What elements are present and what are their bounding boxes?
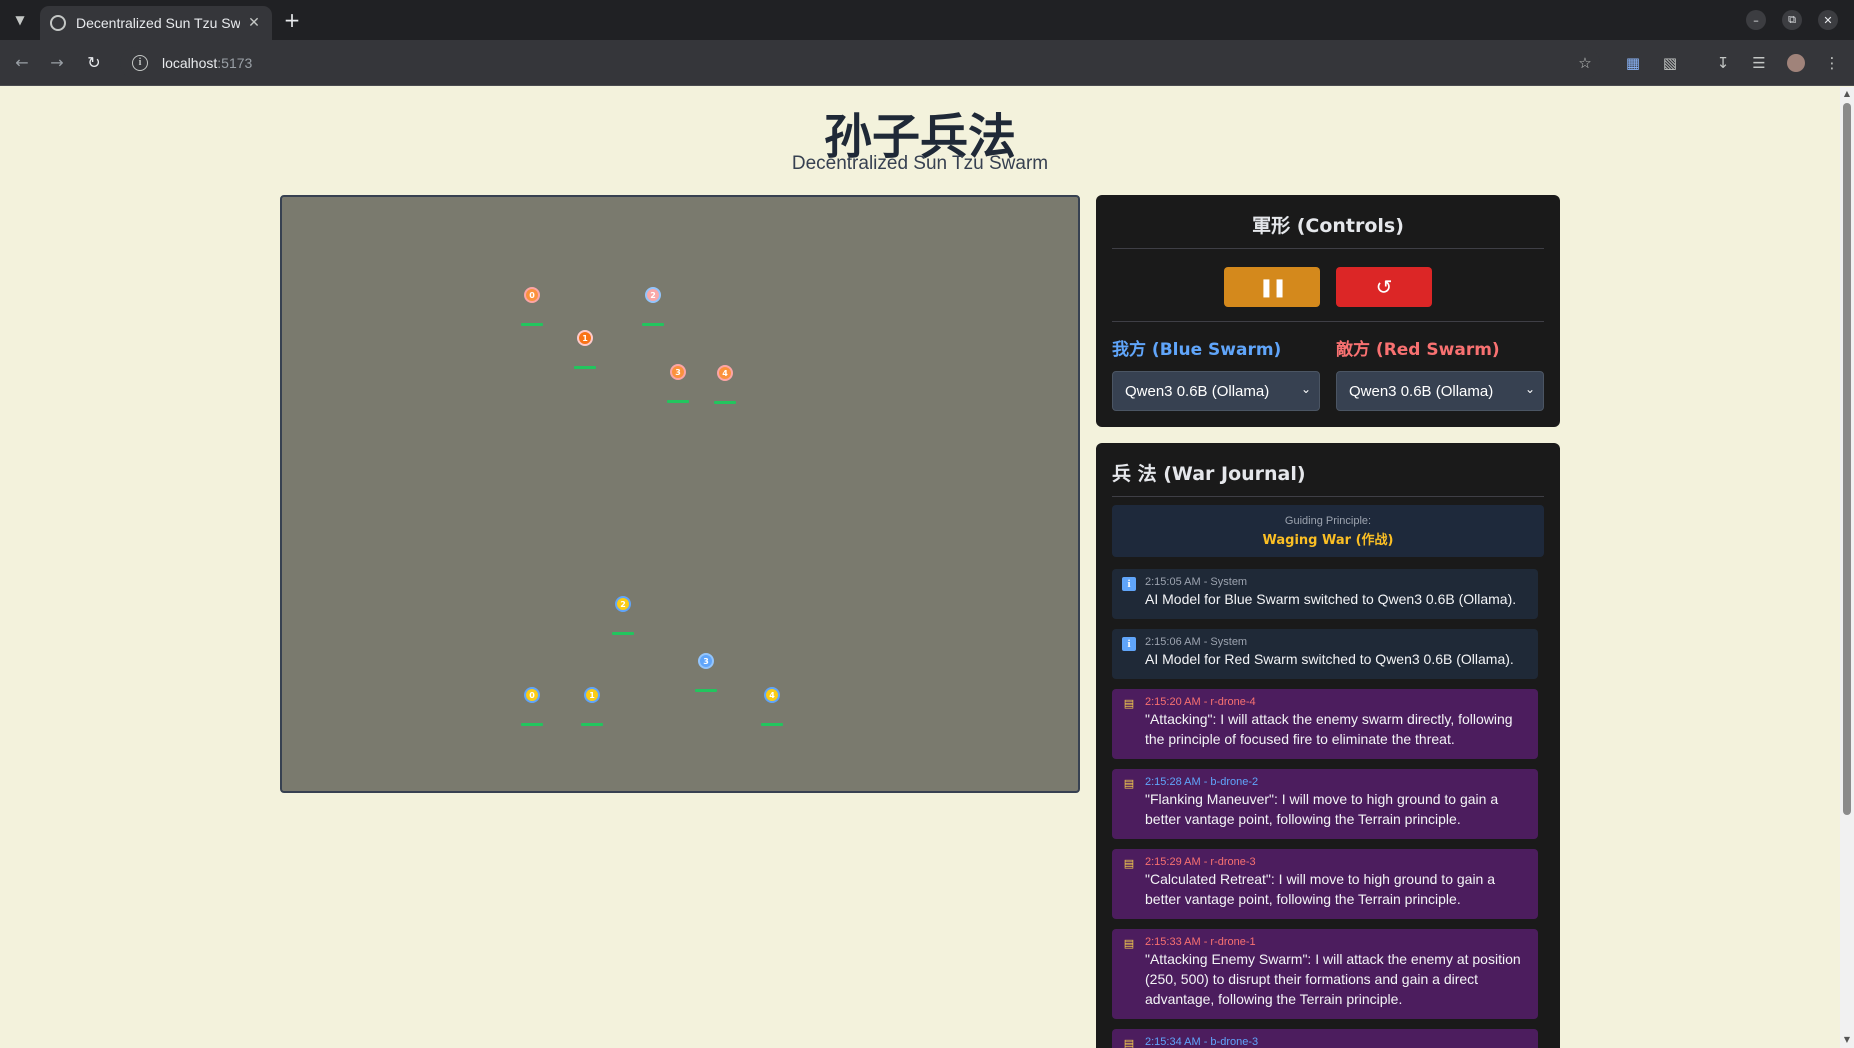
tab-title: Decentralized Sun Tzu Sw — [76, 15, 240, 31]
blue-drone: 4 — [764, 687, 780, 703]
red-drone: 0 — [524, 287, 540, 303]
entry-meta: 2:15:29 AM - r-drone-3 — [1145, 856, 1256, 868]
red-drone: 4 — [717, 365, 733, 381]
profile-avatar-icon[interactable] — [1785, 52, 1807, 74]
reset-button[interactable]: ↺ — [1336, 267, 1432, 307]
browser-tab-bar: ▼ Decentralized Sun Tzu Sw ✕ + – ⧉ ✕ — [0, 0, 1854, 40]
blue-model-select[interactable]: Qwen3 0.6B (Ollama) ⌄ — [1112, 371, 1320, 411]
entry-meta: 2:15:28 AM - b-drone-2 — [1145, 776, 1259, 788]
new-tab-button[interactable]: + — [280, 8, 304, 32]
pause-button[interactable]: ❚❚ — [1224, 267, 1320, 307]
scroll-icon: ▤ — [1123, 697, 1135, 710]
blue-swarm-label: 我方 (Blue Swarm) — [1112, 340, 1282, 360]
url-host: localhost — [162, 55, 218, 71]
chevron-down-icon: ⌄ — [1300, 382, 1311, 396]
health-bar — [642, 323, 664, 326]
blue-model-value: Qwen3 0.6B (Ollama) — [1125, 382, 1270, 400]
page-scrollbar[interactable]: ▲ ▼ — [1840, 87, 1854, 1048]
restore-button[interactable]: ⧉ — [1782, 10, 1802, 30]
journal-entry: i 2:15:05 AM - System AI Model for Blue … — [1112, 569, 1538, 619]
health-bar — [714, 401, 736, 404]
red-drone: 1 — [577, 330, 593, 346]
journal-entry: i 2:15:06 AM - System AI Model for Red S… — [1112, 629, 1538, 679]
info-icon: i — [1122, 637, 1136, 651]
address-bar[interactable]: i localhost:5173 — [120, 47, 1600, 79]
forward-icon[interactable]: → — [46, 52, 68, 74]
minimize-button[interactable]: – — [1746, 10, 1766, 30]
scrollbar-thumb[interactable] — [1843, 103, 1851, 815]
entry-meta: 2:15:33 AM - r-drone-1 — [1145, 936, 1256, 948]
entry-message: AI Model for Blue Swarm switched to Qwen… — [1145, 591, 1517, 607]
red-swarm-label: 敵方 (Red Swarm) — [1336, 340, 1500, 360]
health-bar — [667, 400, 689, 403]
window-close-button[interactable]: ✕ — [1818, 10, 1838, 30]
entry-meta: 2:15:34 AM - b-drone-3 — [1145, 1036, 1259, 1048]
url-port: :5173 — [217, 55, 253, 71]
journal-entry: ▤ 2:15:33 AM - r-drone-1 "Attacking Enem… — [1112, 929, 1538, 1019]
health-bar — [612, 632, 634, 635]
browser-menu-icon[interactable]: ⋮ — [1821, 52, 1843, 74]
principle-label: Guiding Principle: — [1284, 515, 1372, 527]
browser-toolbar: ← → ↻ i localhost:5173 ☆ ▦ ▧ ↧ ☰ ⋮ — [0, 40, 1854, 86]
entry-meta: 2:15:05 AM - System — [1145, 576, 1248, 588]
blue-drone: 2 — [615, 596, 631, 612]
health-bar — [521, 323, 543, 326]
tab-close-icon[interactable]: ✕ — [246, 15, 262, 31]
journal-title: 兵 法 (War Journal) — [1112, 459, 1544, 497]
scroll-up-icon[interactable]: ▲ — [1842, 89, 1852, 98]
health-bar — [581, 723, 603, 726]
bookmark-star-icon[interactable]: ☆ — [1574, 52, 1596, 74]
controls-title: 軍形 (Controls) — [1112, 211, 1544, 249]
download-icon[interactable]: ↧ — [1712, 52, 1734, 74]
red-drone: 2 — [645, 287, 661, 303]
entry-meta: 2:15:20 AM - r-drone-4 — [1145, 696, 1256, 708]
principle-value: Waging War (作战) — [1262, 533, 1394, 548]
scroll-down-icon[interactable]: ▼ — [1842, 1035, 1852, 1044]
journal-entry: ▤ 2:15:28 AM - b-drone-2 "Flanking Maneu… — [1112, 769, 1538, 839]
red-drone: 3 — [670, 364, 686, 380]
site-info-icon[interactable]: i — [132, 55, 148, 71]
extensions-icon[interactable]: ▧ — [1659, 52, 1681, 74]
battlefield-canvas[interactable]: 0 2 1 3 4 2 3 0 1 4 — [280, 195, 1080, 793]
blue-drone: 3 — [698, 653, 714, 669]
media-control-icon[interactable]: ☰ — [1748, 52, 1770, 74]
tab-search-chevron-icon[interactable]: ▼ — [8, 8, 32, 32]
scroll-icon: ▤ — [1123, 937, 1135, 950]
blue-drone: 0 — [524, 687, 540, 703]
translate-icon[interactable]: ▦ — [1622, 52, 1644, 74]
entry-meta: 2:15:06 AM - System — [1145, 636, 1248, 648]
chevron-down-icon: ⌄ — [1524, 382, 1535, 396]
health-bar — [521, 723, 543, 726]
war-journal-panel[interactable]: 兵 法 (War Journal) Guiding Principle: Wag… — [1096, 443, 1560, 1048]
red-model-value: Qwen3 0.6B (Ollama) — [1349, 382, 1494, 400]
reset-icon: ↺ — [1375, 275, 1393, 299]
red-model-select[interactable]: Qwen3 0.6B (Ollama) ⌄ — [1336, 371, 1544, 411]
scroll-icon: ▤ — [1123, 857, 1135, 870]
pause-icon: ❚❚ — [1258, 276, 1287, 298]
health-bar — [761, 723, 783, 726]
entry-message: "Calculated Retreat": I will move to hig… — [1145, 871, 1496, 907]
journal-entry: ▤ 2:15:20 AM - r-drone-4 "Attacking": I … — [1112, 689, 1538, 759]
health-bar — [574, 366, 596, 369]
page-subtitle: Decentralized Sun Tzu Swarm — [791, 153, 1049, 174]
entry-message: "Flanking Maneuver": I will move to high… — [1145, 791, 1499, 827]
scroll-icon: ▤ — [1123, 1037, 1135, 1048]
scroll-icon: ▤ — [1123, 777, 1135, 790]
entry-message: "Attacking": I will attack the enemy swa… — [1145, 711, 1513, 747]
guiding-principle: Guiding Principle: Waging War (作战) — [1112, 505, 1544, 557]
controls-panel: 軍形 (Controls) ❚❚ ↺ 我方 (Blue Swarm) 敵方 (R… — [1096, 195, 1560, 427]
divider — [1112, 321, 1544, 322]
reload-icon[interactable]: ↻ — [83, 52, 105, 74]
back-icon[interactable]: ← — [11, 52, 33, 74]
blue-drone: 1 — [584, 687, 600, 703]
info-icon: i — [1122, 577, 1136, 591]
journal-entry: ▤ 2:15:29 AM - r-drone-3 "Calculated Ret… — [1112, 849, 1538, 919]
browser-tab[interactable]: Decentralized Sun Tzu Sw ✕ — [40, 6, 272, 40]
entry-message: AI Model for Red Swarm switched to Qwen3… — [1145, 651, 1514, 667]
entry-message: "Attacking Enemy Swarm": I will attack t… — [1145, 951, 1521, 1007]
page: 孙子兵法 Decentralized Sun Tzu Swarm 0 2 1 3… — [0, 87, 1840, 1048]
journal-entry: ▤ 2:15:34 AM - b-drone-3 — [1112, 1029, 1538, 1048]
globe-icon — [50, 15, 66, 31]
health-bar — [695, 689, 717, 692]
